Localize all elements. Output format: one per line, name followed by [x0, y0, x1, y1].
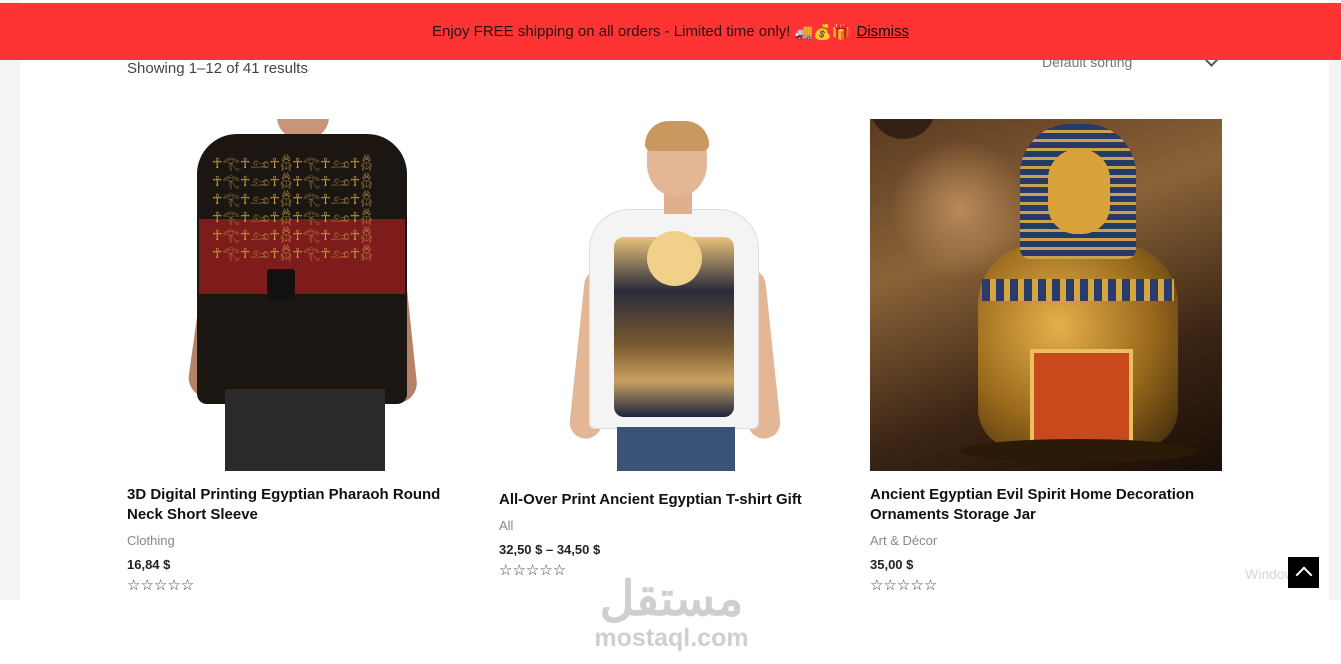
back-to-top-button[interactable]: [1288, 557, 1319, 588]
star-rating-icon: ☆☆☆☆☆: [870, 577, 938, 594]
product-price: 35,00 $: [870, 557, 914, 572]
product-image[interactable]: ☥𓂀☥𓃭☥𓆣☥𓂀☥𓃭☥𓆣☥𓂀☥𓃭☥𓆣☥𓂀☥𓃭☥𓆣☥𓂀☥𓃭☥𓆣☥𓂀☥𓃭☥𓆣☥𓂀☥𓃭…: [127, 119, 479, 471]
watermark-arabic: مستقل: [599, 573, 744, 626]
product-category: All: [499, 518, 514, 533]
store-notice-bar: Enjoy FREE shipping on all orders - Limi…: [0, 3, 1341, 60]
product-card: All-Over Print Ancient Egyptian T-shirt …: [499, 119, 851, 579]
product-card: Ancient Egyptian Evil Spirit Home Decora…: [870, 119, 1222, 594]
watermark-latin: mostaql.com: [594, 624, 749, 652]
product-title-link[interactable]: All-Over Print Ancient Egyptian T-shirt …: [499, 490, 851, 510]
product-title-link[interactable]: Ancient Egyptian Evil Spirit Home Decora…: [870, 485, 1222, 525]
product-price: 32,50 $ – 34,50 $: [499, 542, 601, 557]
dismiss-notice-link[interactable]: Dismiss: [857, 23, 910, 40]
result-count: Showing 1–12 of 41 results: [127, 60, 308, 77]
product-category: Art & Décor: [870, 533, 938, 548]
product-title-link[interactable]: 3D Digital Printing Egyptian Pharaoh Rou…: [127, 485, 479, 525]
notice-emoji-icons: 🚚💰🎁: [794, 23, 851, 41]
product-price: 16,84 $: [127, 557, 171, 572]
mostaql-watermark: مستقل mostaql.com: [589, 573, 754, 652]
product-image[interactable]: [499, 119, 851, 471]
chevron-up-icon: [1295, 566, 1312, 584]
notice-text: Enjoy FREE shipping on all orders - Limi…: [431, 23, 791, 40]
product-card: ☥𓂀☥𓃭☥𓆣☥𓂀☥𓃭☥𓆣☥𓂀☥𓃭☥𓆣☥𓂀☥𓃭☥𓆣☥𓂀☥𓃭☥𓆣☥𓂀☥𓃭☥𓆣☥𓂀☥𓃭…: [127, 119, 479, 594]
star-rating-icon: ☆☆☆☆☆: [127, 577, 195, 594]
product-image[interactable]: [870, 119, 1222, 471]
product-category: Clothing: [127, 533, 175, 548]
